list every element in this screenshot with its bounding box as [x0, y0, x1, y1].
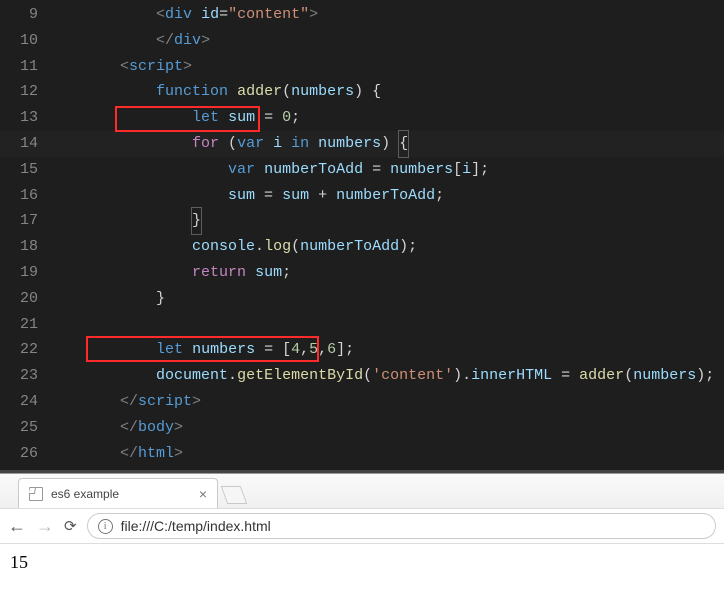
code-line[interactable]: 10 </div>	[0, 28, 724, 54]
code-line[interactable]: 14 for (var i in numbers) {	[0, 131, 724, 157]
code-text[interactable]: let sum = 0;	[48, 105, 724, 131]
code-line[interactable]: 21	[0, 312, 724, 338]
line-number: 22	[0, 337, 48, 363]
code-line[interactable]: 25 </body>	[0, 415, 724, 441]
line-number: 14	[0, 131, 48, 157]
line-number: 25	[0, 415, 48, 441]
line-number: 18	[0, 234, 48, 260]
tab-strip: es6 example ×	[0, 474, 724, 508]
line-number: 12	[0, 79, 48, 105]
matching-bracket: }	[191, 207, 202, 235]
code-text[interactable]: </body>	[48, 415, 724, 441]
reload-button-icon[interactable]: ⟳	[64, 517, 77, 535]
line-number: 11	[0, 54, 48, 80]
close-tab-icon[interactable]: ×	[199, 487, 207, 501]
code-text[interactable]: sum = sum + numberToAdd;	[48, 183, 724, 209]
code-line[interactable]: 17 }	[0, 208, 724, 234]
line-number: 20	[0, 286, 48, 312]
code-line[interactable]: 9 <div id="content">	[0, 2, 724, 28]
line-number: 10	[0, 28, 48, 54]
line-number: 24	[0, 389, 48, 415]
code-line[interactable]: 12 function adder(numbers) {	[0, 79, 724, 105]
url-text: file:///C:/temp/index.html	[121, 518, 271, 534]
code-line[interactable]: 15 var numberToAdd = numbers[i];	[0, 157, 724, 183]
site-info-icon[interactable]: i	[98, 519, 113, 534]
browser-window: es6 example × ← → ⟳ i file:///C:/temp/in…	[0, 474, 724, 613]
code-text[interactable]: <script>	[48, 54, 724, 80]
matching-bracket: {	[398, 130, 409, 158]
code-text[interactable]: return sum;	[48, 260, 724, 286]
code-text[interactable]: }	[48, 208, 724, 234]
code-text[interactable]: console.log(numberToAdd);	[48, 234, 724, 260]
code-text[interactable]: document.getElementById('content').inner…	[48, 363, 724, 389]
back-button-icon[interactable]: ←	[8, 516, 26, 537]
code-text[interactable]: let numbers = [4,5,6];	[48, 337, 724, 363]
code-text[interactable]: for (var i in numbers) {	[48, 131, 724, 157]
code-line[interactable]: 22 let numbers = [4,5,6];	[0, 337, 724, 363]
line-number: 15	[0, 157, 48, 183]
address-bar[interactable]: i file:///C:/temp/index.html	[87, 513, 716, 539]
code-line[interactable]: 18 console.log(numberToAdd);	[0, 234, 724, 260]
new-tab-button[interactable]	[221, 486, 248, 504]
page-content: 15	[0, 544, 724, 581]
page-output: 15	[10, 552, 28, 572]
tab-title: es6 example	[51, 487, 119, 501]
line-number: 17	[0, 208, 48, 234]
code-text[interactable]: </div>	[48, 28, 724, 54]
line-number: 13	[0, 105, 48, 131]
code-text[interactable]: </script>	[48, 389, 724, 415]
code-line[interactable]: 20 }	[0, 286, 724, 312]
line-number: 9	[0, 2, 48, 28]
code-editor[interactable]: 9 <div id="content">10 </div>11 <script>…	[0, 0, 724, 470]
code-line[interactable]: 11 <script>	[0, 54, 724, 80]
forward-button-icon: →	[36, 516, 54, 537]
code-text[interactable]: <div id="content">	[48, 2, 724, 28]
code-text[interactable]: }	[48, 286, 724, 312]
code-line[interactable]: 24 </script>	[0, 389, 724, 415]
code-line[interactable]: 19 return sum;	[0, 260, 724, 286]
browser-toolbar: ← → ⟳ i file:///C:/temp/index.html	[0, 508, 724, 544]
code-text[interactable]: </html>	[48, 441, 724, 467]
code-line[interactable]: 26 </html>	[0, 441, 724, 467]
code-text[interactable]: var numberToAdd = numbers[i];	[48, 157, 724, 183]
line-number: 23	[0, 363, 48, 389]
code-line[interactable]: 23 document.getElementById('content').in…	[0, 363, 724, 389]
line-number: 16	[0, 183, 48, 209]
line-number: 19	[0, 260, 48, 286]
line-number: 26	[0, 441, 48, 467]
code-line[interactable]: 13 let sum = 0;	[0, 105, 724, 131]
browser-tab[interactable]: es6 example ×	[18, 478, 218, 508]
code-text[interactable]	[48, 312, 724, 338]
code-line[interactable]: 16 sum = sum + numberToAdd;	[0, 183, 724, 209]
page-favicon-icon	[29, 487, 43, 501]
code-text[interactable]: function adder(numbers) {	[48, 79, 724, 105]
line-number: 21	[0, 312, 48, 338]
